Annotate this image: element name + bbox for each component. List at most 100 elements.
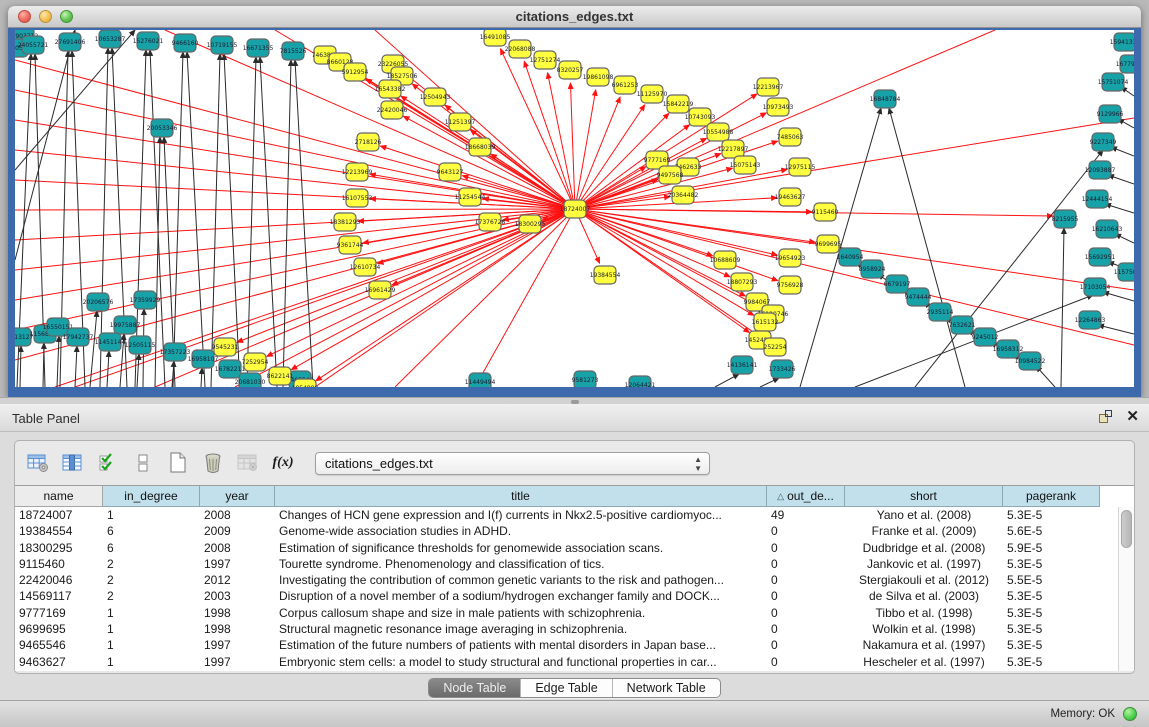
table-cell[interactable]: 18724007	[15, 507, 103, 523]
table-cell[interactable]: 2008	[200, 507, 275, 523]
table-cell[interactable]: Nakamura et al. (1997)	[845, 637, 1003, 653]
table-cell[interactable]: 1	[103, 507, 200, 523]
table-cell[interactable]: 2	[103, 556, 200, 572]
table-cell[interactable]: Wolkin et al. (1998)	[845, 621, 1003, 637]
black-edge[interactable]	[1105, 204, 1134, 213]
table-cell[interactable]: 9463627	[15, 654, 103, 670]
table-cell[interactable]: 49	[767, 507, 845, 523]
table-cell[interactable]: Estimation of the future numbers of pati…	[275, 637, 767, 653]
table-cell[interactable]: 1	[103, 654, 200, 670]
table-row[interactable]: 2242004622012Investigating the contribut…	[15, 572, 1118, 588]
table-cell[interactable]: 9699695	[15, 621, 103, 637]
black-edge[interactable]	[283, 60, 291, 387]
table-row[interactable]: 911546021997Tourette syndrome. Phenomeno…	[15, 556, 1118, 572]
select-rows-icon[interactable]	[93, 449, 123, 477]
table-cell[interactable]: 0	[767, 523, 845, 539]
table-row[interactable]: 1456911722003Disruption of a novel membe…	[15, 588, 1118, 604]
network-canvas[interactable]: 1190371282505212405572127691406106532871…	[15, 30, 1134, 387]
table-cell[interactable]: 19384554	[15, 523, 103, 539]
new-table-icon[interactable]	[163, 449, 193, 477]
table-cell[interactable]: Estimation of significance thresholds fo…	[275, 540, 767, 556]
table-row[interactable]: 1938455462009Genome-wide association stu…	[15, 523, 1118, 539]
table-cell[interactable]: 0	[767, 654, 845, 670]
table-cell[interactable]: 1	[103, 621, 200, 637]
table-cell[interactable]: 6	[103, 523, 200, 539]
table-cell[interactable]: 5.3E-5	[1003, 605, 1100, 621]
table-cell[interactable]: 1998	[200, 605, 275, 621]
table-cell[interactable]: 5.3E-5	[1003, 654, 1100, 670]
table-cell[interactable]: Genome-wide association studies in ADHD.	[275, 523, 767, 539]
table-cell[interactable]: Changes of HCN gene expression and I(f) …	[275, 507, 767, 523]
table-cell[interactable]: 0	[767, 572, 845, 588]
red-edge[interactable]	[15, 60, 575, 209]
table-cell[interactable]: 1	[103, 637, 200, 653]
black-edge[interactable]	[57, 336, 59, 387]
table-cell[interactable]: 0	[767, 588, 845, 604]
table-cell[interactable]: 0	[767, 556, 845, 572]
table-row[interactable]: 946554611997Estimation of the future num…	[15, 637, 1118, 653]
table-cell[interactable]: 0	[767, 621, 845, 637]
table-cell[interactable]: de Silva et al. (2003)	[845, 588, 1003, 604]
tab-node-table[interactable]: Node Table	[429, 679, 521, 697]
red-edge[interactable]	[575, 209, 1134, 345]
table-cell[interactable]: 2008	[200, 540, 275, 556]
black-edge[interactable]	[1103, 292, 1134, 301]
table-cell[interactable]: 9465546	[15, 637, 103, 653]
black-edge[interactable]	[224, 54, 240, 387]
black-edge[interactable]	[75, 346, 77, 387]
column-header-short[interactable]: short	[845, 486, 1003, 507]
black-edge[interactable]	[715, 374, 739, 387]
black-edge[interactable]	[43, 343, 44, 387]
red-edge[interactable]	[575, 209, 777, 255]
column-header-out-de-[interactable]: △out_de...	[767, 486, 845, 507]
table-row[interactable]: 1872400712008Changes of HCN gene express…	[15, 507, 1118, 523]
table-cell[interactable]: 5.3E-5	[1003, 507, 1100, 523]
table-cell[interactable]: 1997	[200, 556, 275, 572]
table-row[interactable]: 1830029562008Estimation of significance …	[15, 540, 1118, 556]
red-edge[interactable]	[15, 209, 575, 210]
close-panel-icon[interactable]: ✕	[1126, 409, 1139, 425]
table-scrollbar[interactable]	[1118, 507, 1134, 671]
table-cell[interactable]: 5.3E-5	[1003, 637, 1100, 653]
black-edge[interactable]	[90, 311, 97, 387]
black-edge[interactable]	[1108, 175, 1134, 184]
window-titlebar[interactable]: citations_edges.txt	[8, 6, 1141, 28]
function-builder-icon[interactable]: f(x)	[268, 449, 298, 477]
table-cell[interactable]: 0	[767, 540, 845, 556]
table-cell[interactable]: 0	[767, 605, 845, 621]
table-cell[interactable]: 1997	[200, 654, 275, 670]
black-edge[interactable]	[150, 50, 165, 387]
table-cell[interactable]: 2012	[200, 572, 275, 588]
column-header-name[interactable]: name	[15, 486, 103, 507]
table-cell[interactable]: 0	[767, 637, 845, 653]
table-cell[interactable]: 2009	[200, 523, 275, 539]
black-edge[interactable]	[889, 108, 965, 387]
table-cell[interactable]: 2	[103, 588, 200, 604]
black-edge[interactable]	[760, 378, 779, 387]
table-cell[interactable]: 1997	[200, 637, 275, 653]
table-cell[interactable]: 14569117	[15, 588, 103, 604]
table-cell[interactable]: Franke et al. (2009)	[845, 523, 1003, 539]
tab-edge-table[interactable]: Edge Table	[521, 679, 612, 697]
table-cell[interactable]: 6	[103, 540, 200, 556]
red-edge[interactable]	[575, 209, 815, 242]
table-row[interactable]: 969969511998Structural magnetic resonanc…	[15, 621, 1118, 637]
table-cell[interactable]: 5.3E-5	[1003, 621, 1100, 637]
black-edge[interactable]	[1098, 325, 1134, 334]
table-cell[interactable]: 2003	[200, 588, 275, 604]
black-edge[interactable]	[1111, 147, 1134, 156]
table-row[interactable]: 946362711997Embryonic stem cells: a mode…	[15, 654, 1118, 670]
table-cell[interactable]: 9777169	[15, 605, 103, 621]
black-edge[interactable]	[260, 57, 277, 387]
red-edge[interactable]	[395, 209, 575, 387]
column-header-title[interactable]: title	[275, 486, 767, 507]
black-edge[interactable]	[20, 346, 21, 387]
column-header-year[interactable]: year	[200, 486, 275, 507]
table-cell[interactable]: Dudbridge et al. (2008)	[845, 540, 1003, 556]
table-cell[interactable]: 22420046	[15, 572, 103, 588]
table-cell[interactable]: 5.6E-5	[1003, 523, 1100, 539]
black-edge[interactable]	[187, 52, 205, 387]
table-cell[interactable]: Hescheler et al. (1997)	[845, 654, 1003, 670]
table-cell[interactable]: 2	[103, 572, 200, 588]
table-cell[interactable]: Tibbo et al. (1998)	[845, 605, 1003, 621]
